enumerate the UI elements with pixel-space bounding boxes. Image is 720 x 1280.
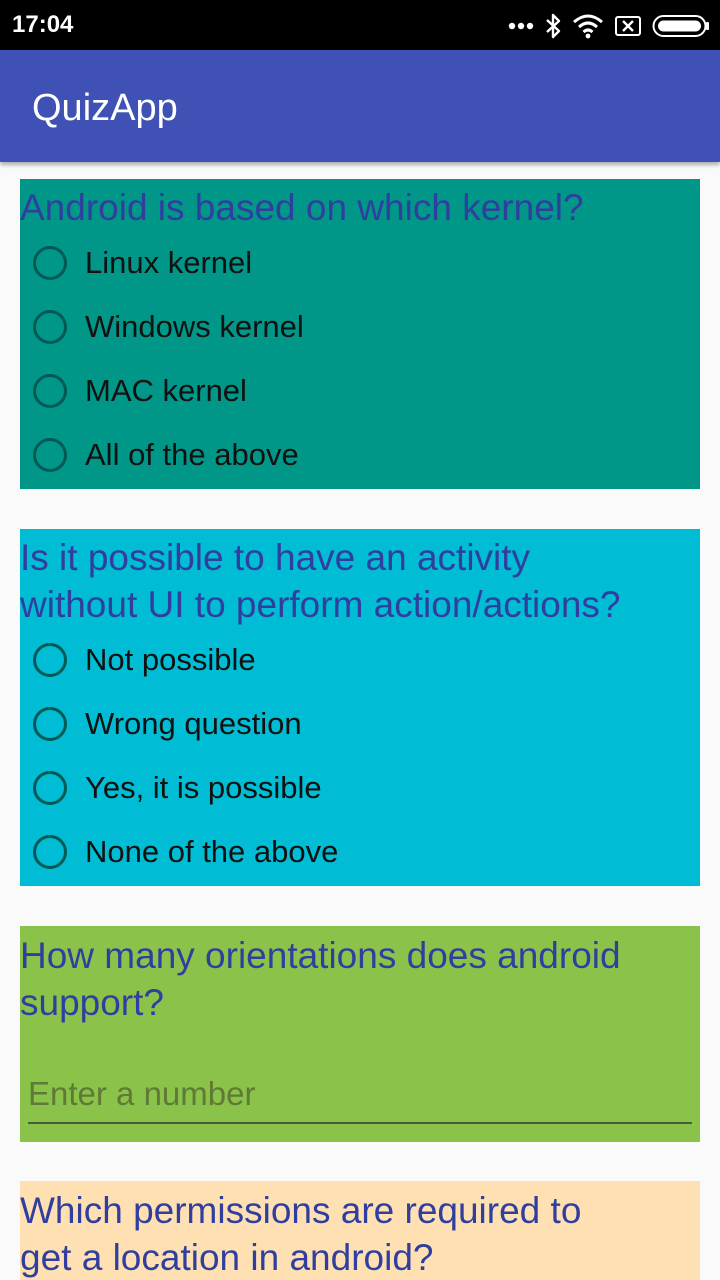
question-line: How many orientations does android [20,935,621,976]
radio-button[interactable] [33,643,67,677]
option-label: None of the above [85,834,339,869]
question-text: Which permissions are required to get a … [20,1181,700,1280]
radio-option[interactable]: Wrong question [20,694,700,758]
radio-option[interactable]: Linux kernel [20,233,700,297]
radio-button[interactable] [33,835,67,869]
status-time: 17:04 [12,11,74,38]
question-card-1: Android is based on which kernel? Linux … [20,179,700,489]
more-dots-icon [508,22,534,30]
radio-group: Not possible Wrong question Yes, it is p… [20,630,700,886]
app-bar: QuizApp [0,50,720,162]
bluetooth-icon [546,13,561,39]
option-label: MAC kernel [85,373,247,408]
question-card-2: Is it possible to have an activity witho… [20,529,700,886]
question-card-4: Which permissions are required to get a … [20,1181,700,1280]
question-line: Which permissions are required to [20,1190,582,1231]
option-label: Yes, it is possible [85,770,322,805]
battery-icon [652,15,709,37]
radio-option[interactable]: Yes, it is possible [20,758,700,822]
radio-option[interactable]: None of the above [20,822,700,886]
radio-button[interactable] [33,771,67,805]
question-line: Is it possible to have an activity [20,537,531,578]
status-bar: 17:04 [0,0,720,50]
question-line: without UI to perform action/actions? [20,584,621,625]
question-text: How many orientations does android suppo… [20,926,700,1026]
option-label: All of the above [85,437,299,472]
status-icons [498,12,710,40]
radio-button[interactable] [33,246,67,280]
question-line: support? [20,982,164,1023]
option-label: Linux kernel [85,245,253,280]
option-label: Windows kernel [85,309,304,344]
radio-button[interactable] [33,438,67,472]
radio-option[interactable]: Not possible [20,630,700,694]
radio-option[interactable]: All of the above [20,425,700,489]
question-text: Is it possible to have an activity witho… [20,529,700,628]
option-label: Wrong question [85,706,302,741]
wifi-icon [573,14,603,39]
question-line: get a location in android? [20,1237,434,1278]
radio-group: Linux kernel Windows kernel MAC kernel A… [20,233,700,489]
question-text: Android is based on which kernel? [20,187,584,228]
app-title: QuizApp [32,87,178,129]
radio-button[interactable] [33,310,67,344]
radio-option[interactable]: MAC kernel [20,361,700,425]
radio-option[interactable]: Windows kernel [20,297,700,361]
sim-off-icon [615,16,641,36]
radio-button[interactable] [33,707,67,741]
question-card-3: How many orientations does android suppo… [20,926,700,1142]
option-label: Not possible [85,642,256,677]
radio-button[interactable] [33,374,67,408]
number-input[interactable] [28,1066,692,1124]
